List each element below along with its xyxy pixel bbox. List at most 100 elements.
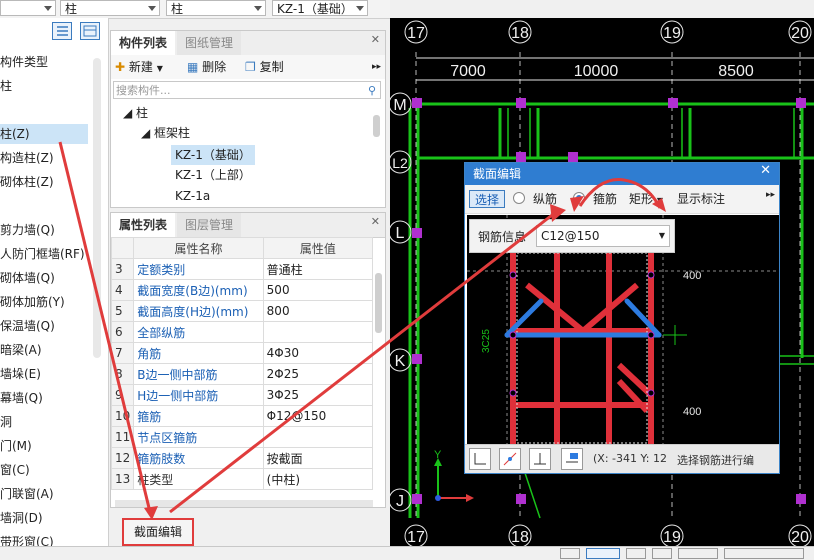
left-scrollbar[interactable] xyxy=(93,58,101,358)
property-value[interactable]: 普通柱 xyxy=(262,258,374,280)
component-search-input[interactable]: 搜索构件... ⚲ xyxy=(113,81,381,99)
table-row[interactable]: 3 定额类别 普通柱 xyxy=(111,258,374,280)
sidebar-item[interactable]: 构件类型 xyxy=(0,52,48,72)
status-button[interactable] xyxy=(626,548,646,559)
status-button[interactable] xyxy=(652,548,672,559)
row-number: 7 xyxy=(111,342,135,364)
sidebar-item[interactable]: 暗梁(A) xyxy=(0,340,42,360)
more-icon[interactable]: ▸▸ xyxy=(372,59,381,75)
sidebar-item[interactable]: 洞 xyxy=(0,412,12,432)
table-header: 属性名称 属性值 xyxy=(111,237,374,259)
radio-longitudinal[interactable] xyxy=(513,192,525,204)
property-value[interactable] xyxy=(262,321,374,343)
tree-root[interactable]: ◢ 柱 xyxy=(123,103,148,123)
property-value[interactable] xyxy=(262,426,374,448)
axis-label-left: L2 xyxy=(392,155,408,171)
property-name: 角筋 xyxy=(133,342,264,364)
sidebar-item[interactable]: 柱(Z) xyxy=(0,124,88,144)
dimension-label: 400 xyxy=(683,270,701,282)
axis-label-top: 17 xyxy=(407,25,425,42)
radio-longitudinal-label: 纵筋 xyxy=(533,192,558,206)
table-row[interactable]: 11 节点区箍筋 xyxy=(111,426,374,448)
grid-view-button[interactable] xyxy=(80,22,100,40)
properties-scrollbar[interactable] xyxy=(375,273,382,333)
property-value[interactable]: 500 xyxy=(262,279,374,301)
property-value[interactable]: 按截面 xyxy=(262,447,374,469)
radio-stirrup[interactable] xyxy=(573,192,585,204)
header-value: 属性值 xyxy=(262,237,374,259)
component-select[interactable]: KZ-1（基础） xyxy=(272,0,368,16)
sidebar-item[interactable]: 砌体墙(Q) xyxy=(0,268,55,288)
sidebar-item[interactable]: 门联窗(A) xyxy=(0,484,54,504)
ortho-icon[interactable] xyxy=(469,448,491,470)
status-button[interactable] xyxy=(586,548,620,559)
tab-drawing-management[interactable]: 图纸管理 xyxy=(177,31,242,55)
status-button[interactable] xyxy=(724,548,804,559)
perpendicular-icon[interactable] xyxy=(529,448,551,470)
sidebar-item[interactable]: 砌体柱(Z) xyxy=(0,172,54,192)
table-row[interactable]: 10 箍筋 Φ12@150 xyxy=(111,405,374,427)
category-select[interactable]: 柱 xyxy=(60,0,160,16)
sidebar-item[interactable]: 剪力墙(Q) xyxy=(0,220,55,240)
sidebar-item[interactable]: 墙垛(E) xyxy=(0,364,41,384)
tab-layer-management[interactable]: 图层管理 xyxy=(177,213,242,237)
rebar-info-input[interactable]: C12@150 ▼ xyxy=(536,225,670,247)
tab-properties[interactable]: 属性列表 xyxy=(111,213,176,237)
table-row[interactable]: 6 全部纵筋 xyxy=(111,321,374,343)
tree-item-kz1a[interactable]: KZ-1a xyxy=(175,186,210,206)
sidebar-item[interactable]: 墙洞(D) xyxy=(0,508,43,528)
tree-item-kz1-upper[interactable]: KZ-1（上部） xyxy=(175,165,251,185)
property-value[interactable]: (中柱) xyxy=(262,468,374,490)
property-value[interactable]: 4Φ30 xyxy=(262,342,374,364)
delete-button[interactable]: ▦ 删除 xyxy=(187,59,226,75)
snap-icon[interactable] xyxy=(499,448,521,470)
sidebar-item[interactable]: 构造柱(Z) xyxy=(0,148,54,168)
property-name: H边一侧中部筋 xyxy=(133,384,264,406)
table-row[interactable]: 9 H边一侧中部筋 3Φ25 xyxy=(111,384,374,406)
sidebar-item[interactable]: 幕墙(Q) xyxy=(0,388,43,408)
header-name: 属性名称 xyxy=(133,237,264,259)
more-icon[interactable]: ▸▸ xyxy=(766,190,775,200)
property-value[interactable]: 3Φ25 xyxy=(262,384,374,406)
component-type-tree: 构件类型柱柱(Z) 构造柱(Z) 砌体柱(Z) 剪力墙(Q) 人防门框墙(RF) 砌体墙(… xyxy=(0,18,109,559)
table-row[interactable]: 4 截面宽度(B边)(mm) 500 xyxy=(111,279,374,301)
status-button[interactable] xyxy=(678,548,718,559)
copy-button[interactable]: ❐ 复制 xyxy=(245,59,284,75)
sidebar-item[interactable]: 门(M) xyxy=(0,436,32,456)
table-row[interactable]: 5 截面高度(H边)(mm) 800 xyxy=(111,300,374,322)
properties-hscrollbar[interactable] xyxy=(115,500,373,507)
close-icon[interactable]: ✕ xyxy=(371,215,380,228)
type-select[interactable]: 柱 xyxy=(166,0,266,16)
status-button[interactable] xyxy=(560,548,580,559)
new-button[interactable]: ✚ 新建 ▼ xyxy=(115,59,163,75)
dimension-icon[interactable] xyxy=(561,448,583,470)
table-row[interactable]: 8 B边一侧中部筋 2Φ25 xyxy=(111,363,374,385)
tree-item-kz1-foundation[interactable]: KZ-1（基础） xyxy=(171,145,255,165)
section-canvas[interactable]: 400 400 3C25 钢筋信息 C12@150 ▼ xyxy=(467,215,779,445)
list-view-button[interactable] xyxy=(52,22,72,40)
table-row[interactable]: 12 箍筋肢数 按截面 xyxy=(111,447,374,469)
close-icon[interactable]: ✕ xyxy=(760,163,771,178)
property-value[interactable]: 800 xyxy=(262,300,374,322)
property-value[interactable]: Φ12@150 xyxy=(262,405,374,427)
table-row[interactable]: 13 柱类型 (中柱) xyxy=(111,468,374,490)
show-dimension-button[interactable]: 显示标注 xyxy=(677,190,725,207)
shape-select[interactable]: 矩形 ▼ xyxy=(629,190,663,207)
floor-select[interactable] xyxy=(0,0,56,16)
component-list-scrollbar[interactable] xyxy=(373,115,380,137)
section-edit-button[interactable]: 截面编辑 xyxy=(122,518,194,546)
sidebar-item[interactable]: 柱 xyxy=(0,76,12,96)
tree-group[interactable]: ◢ 框架柱 xyxy=(141,123,190,143)
select-button[interactable]: 选择 xyxy=(469,190,505,208)
row-number: 4 xyxy=(111,279,135,301)
close-icon[interactable]: ✕ xyxy=(371,33,380,46)
property-value[interactable]: 2Φ25 xyxy=(262,363,374,385)
sidebar-item[interactable]: 砌体加筋(Y) xyxy=(0,292,65,312)
table-row[interactable]: 7 角筋 4Φ30 xyxy=(111,342,374,364)
sidebar-item[interactable]: 保温墙(Q) xyxy=(0,316,55,336)
sidebar-item[interactable]: 窗(C) xyxy=(0,460,30,480)
tab-component-list[interactable]: 构件列表 xyxy=(111,31,176,55)
property-name: 全部纵筋 xyxy=(133,321,264,343)
rebar-info-box: 钢筋信息 C12@150 ▼ xyxy=(469,219,675,253)
sidebar-item[interactable]: 人防门框墙(RF) xyxy=(0,244,85,264)
